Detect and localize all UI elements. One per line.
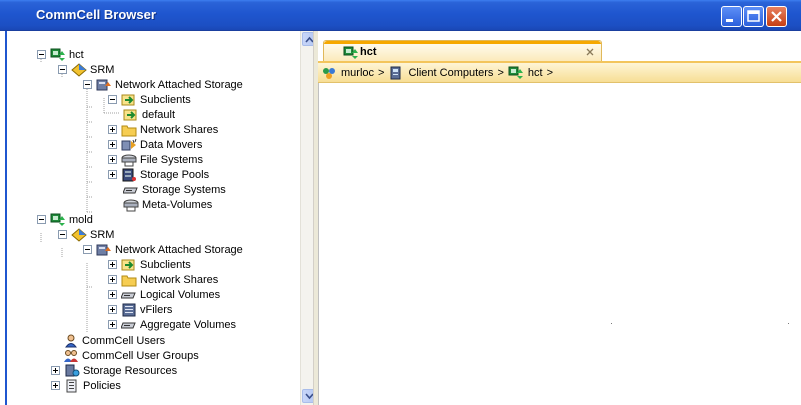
- close-icon: [771, 11, 782, 22]
- expand-toggle[interactable]: [108, 275, 117, 284]
- commcell-icon: [323, 67, 335, 79]
- storage-resources-icon: [65, 364, 80, 376]
- tab-label: hct: [360, 46, 377, 58]
- scroll-down-button[interactable]: [302, 389, 313, 403]
- data-movers-icon: [121, 138, 137, 150]
- subclients-icon: [121, 259, 135, 270]
- client-computer-icon: [343, 46, 358, 59]
- folder-icon: [121, 275, 137, 286]
- user-icon: [65, 334, 77, 347]
- policies-icon: [66, 379, 77, 392]
- collapse-toggle[interactable]: [83, 80, 92, 89]
- tree-node-hct-network-shares[interactable]: Network Shares: [108, 122, 218, 137]
- chevron-up-icon: [305, 36, 313, 43]
- tree-node-mold-logical-volumes[interactable]: Logical Volumes: [108, 287, 220, 302]
- window-title: CommCell Browser: [36, 7, 156, 22]
- tree-node-hct-storage-systems[interactable]: Storage Systems: [123, 182, 226, 197]
- title-bar: CommCell Browser: [0, 0, 801, 31]
- tree-node-label: hct: [69, 48, 84, 61]
- breadcrumb-separator: >: [378, 66, 385, 79]
- storage-pool-icon: [122, 168, 136, 181]
- expand-toggle[interactable]: [108, 290, 117, 299]
- client-computers-icon: [390, 66, 401, 79]
- nas-icon: [96, 244, 111, 255]
- tree-node-hct[interactable]: hct: [37, 47, 84, 62]
- tree-node-hct-subclients[interactable]: Subclients: [108, 92, 191, 107]
- tree-node-hct-data-movers[interactable]: Data Movers: [108, 137, 202, 152]
- client-computer-icon: [50, 213, 65, 226]
- collapse-toggle[interactable]: [83, 245, 92, 254]
- tree-node-mold-subclients[interactable]: Subclients: [108, 257, 191, 272]
- tree-node-hct-file-systems[interactable]: File Systems: [108, 152, 203, 167]
- tree-node-mold-network-shares[interactable]: Network Shares: [108, 272, 218, 287]
- tree-node-commcell-user-groups[interactable]: CommCell User Groups: [63, 348, 199, 363]
- detail-content-area: [318, 83, 801, 405]
- close-tab-icon[interactable]: [584, 46, 596, 58]
- chevron-down-icon: [305, 393, 313, 400]
- tree-node-hct-meta-volumes[interactable]: Meta-Volumes: [123, 197, 212, 212]
- detail-pane: hct murloc > Client Computers > hct >: [318, 31, 801, 405]
- tree-scrollbar[interactable]: [300, 31, 313, 405]
- aggregate-volume-icon: [121, 322, 136, 328]
- expand-toggle[interactable]: [108, 260, 117, 269]
- expand-toggle[interactable]: [51, 366, 60, 375]
- expand-toggle[interactable]: [108, 125, 117, 134]
- client-computer-icon: [50, 48, 65, 61]
- user-group-icon: [64, 349, 78, 362]
- expand-toggle[interactable]: [51, 381, 60, 390]
- folder-icon: [121, 125, 137, 136]
- subclient-icon: [123, 109, 137, 120]
- breadcrumb-item-client-computers[interactable]: Client Computers: [388, 66, 493, 80]
- commcell-tree-pane: hct SRM Network Attached Storage Subclie…: [5, 31, 313, 405]
- close-window-button[interactable]: [766, 6, 787, 27]
- minimize-icon: [726, 19, 733, 22]
- tree-node-policies[interactable]: Policies: [51, 378, 121, 393]
- tree-node-mold-vfilers[interactable]: vFilers: [108, 302, 172, 317]
- breadcrumb-separator: >: [546, 66, 553, 79]
- srm-icon: [71, 227, 87, 242]
- subclients-icon: [121, 94, 135, 105]
- tree-node-commcell-users[interactable]: CommCell Users: [63, 333, 165, 348]
- tab-hct[interactable]: hct: [323, 40, 602, 62]
- tree-node-mold[interactable]: mold: [37, 212, 93, 227]
- breadcrumb: murloc > Client Computers > hct >: [318, 63, 801, 83]
- breadcrumb-item-murloc[interactable]: murloc: [321, 66, 374, 80]
- vfiler-icon: [122, 303, 136, 316]
- collapse-toggle[interactable]: [37, 50, 46, 59]
- expand-toggle[interactable]: [108, 170, 117, 179]
- expand-toggle[interactable]: [108, 140, 117, 149]
- expand-toggle[interactable]: [108, 305, 117, 314]
- tree-node-hct-default[interactable]: default: [123, 107, 175, 122]
- collapse-toggle[interactable]: [37, 215, 46, 224]
- storage-system-icon: [123, 187, 138, 193]
- nas-icon: [96, 79, 111, 90]
- collapse-toggle[interactable]: [108, 95, 117, 104]
- maximize-icon: [747, 10, 760, 22]
- maximize-button[interactable]: [743, 6, 764, 27]
- tree-node-mold-nas[interactable]: Network Attached Storage: [83, 242, 243, 257]
- breadcrumb-item-hct[interactable]: hct: [508, 66, 543, 80]
- tab-strip: hct: [318, 31, 801, 62]
- scroll-up-button[interactable]: [302, 32, 313, 46]
- tree-node-mold-aggregate-volumes[interactable]: Aggregate Volumes: [108, 317, 236, 332]
- breadcrumb-separator: >: [497, 66, 504, 79]
- logical-volume-icon: [121, 292, 136, 298]
- tree-node-hct-nas[interactable]: Network Attached Storage: [83, 77, 243, 92]
- minimize-button[interactable]: [721, 6, 742, 27]
- file-system-icon: [121, 154, 137, 166]
- meta-volume-icon: [123, 199, 139, 211]
- tree-node-hct-storage-pools[interactable]: Storage Pools: [108, 167, 209, 182]
- tree-node-mold-srm[interactable]: SRM: [58, 227, 114, 242]
- expand-toggle[interactable]: [108, 320, 117, 329]
- tree-node-storage-resources[interactable]: Storage Resources: [51, 363, 177, 378]
- client-computer-icon: [508, 66, 523, 79]
- srm-icon: [71, 62, 87, 77]
- tree-node-hct-srm[interactable]: SRM: [58, 62, 114, 77]
- collapse-toggle[interactable]: [58, 65, 67, 74]
- collapse-toggle[interactable]: [58, 230, 67, 239]
- expand-toggle[interactable]: [108, 155, 117, 164]
